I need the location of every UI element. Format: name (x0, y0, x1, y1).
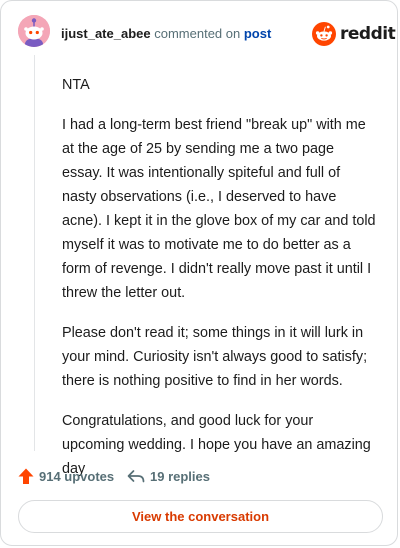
thread-line[interactable] (34, 55, 35, 451)
reddit-logo-icon (312, 22, 336, 46)
upvotes-label: 914 upvotes (39, 468, 115, 484)
user-avatar[interactable] (18, 15, 50, 47)
comment-body: NTA I had a long-term best friend "break… (62, 73, 378, 497)
reddit-brand[interactable]: reddit (312, 21, 396, 47)
reply-count[interactable]: 19 replies (127, 467, 210, 485)
upvote-count[interactable]: 914 upvotes (18, 467, 114, 485)
view-conversation-button[interactable]: View the conversation (18, 500, 383, 533)
brand-wordmark: reddit (340, 24, 396, 44)
comment-card: ijust_ate_abee commented on post reddit … (0, 0, 398, 546)
comment-paragraph: NTA (62, 77, 90, 93)
upvote-arrow-icon (18, 468, 34, 484)
username-link[interactable]: ijust_ate_abee (61, 26, 151, 41)
reply-arrow-icon (127, 470, 145, 483)
comment-paragraph: I had a long-term best friend "break up"… (62, 117, 376, 301)
commented-on-label: commented on (154, 26, 241, 41)
replies-label: 19 replies (150, 468, 210, 484)
comment-paragraph: Please don't read it; some things in it … (62, 325, 368, 389)
comment-header: ijust_ate_abee commented on post (61, 27, 271, 41)
post-link[interactable]: post (244, 26, 271, 41)
snoo-avatar-icon (18, 15, 50, 47)
